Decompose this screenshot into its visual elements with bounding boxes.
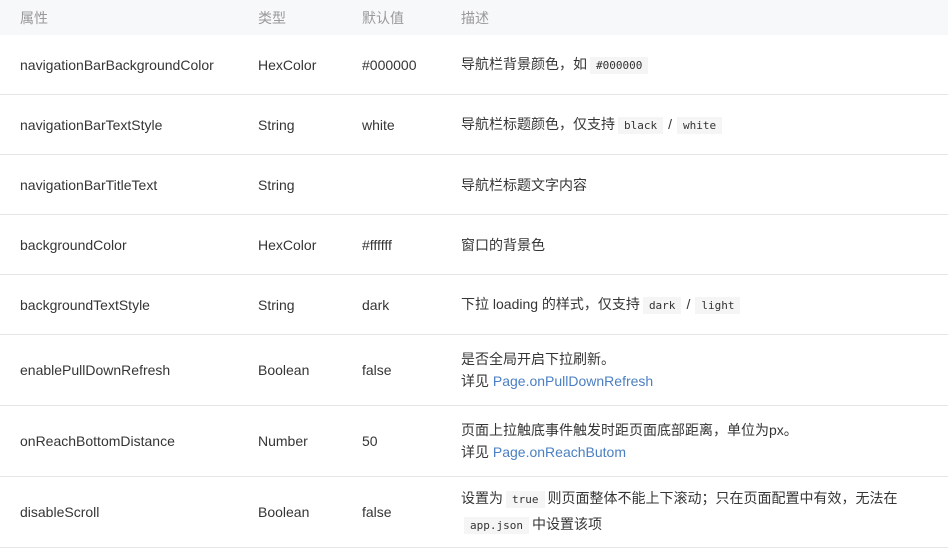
description-line: 是否全局开启下拉刷新。 [461, 348, 948, 370]
description-text: 是否全局开启下拉刷新。 [461, 351, 615, 367]
property-type: String [258, 94, 362, 155]
description-text: 窗口的背景色 [461, 236, 545, 253]
header-property: 属性 [0, 0, 258, 35]
table-row: backgroundTextStyle String dark 下拉 loading … [0, 274, 948, 335]
inline-code: #000000 [590, 56, 649, 74]
description-text: 下拉 loading 的样式，仅支持 [461, 295, 640, 312]
property-name: backgroundColor [0, 214, 258, 275]
property-description: 下拉 loading 的样式，仅支持 dark / light [461, 274, 948, 335]
property-type: Boolean [258, 476, 362, 548]
inline-code: dark [642, 296, 682, 314]
description-line: 下拉 loading 的样式，仅支持 dark / light [461, 292, 948, 318]
description-text: 设置为 [461, 490, 503, 506]
inline-code: white [677, 116, 723, 134]
description-text: 中设置该项 [531, 516, 602, 532]
doc-link[interactable]: Page.onReachButom [493, 444, 626, 460]
config-properties-table: 属性 类型 默认值 描述 navigationBarBackgroundColo… [0, 0, 948, 548]
description-line: 导航栏背景颜色，如 #000000 [461, 52, 948, 78]
property-type: HexColor [258, 35, 362, 95]
property-name: disableScroll [0, 476, 258, 548]
description-line: 设置为 true 则页面整体不能上下滚动；只在页面配置中有效，无法在 [461, 486, 948, 512]
table-row: navigationBarTextStyle String white 导航栏标题颜色… [0, 94, 948, 155]
property-description: 导航栏标题文字内容 [461, 154, 948, 215]
description-line: 页面上拉触底事件触发时距页面底部距离，单位为px。 [461, 419, 948, 441]
description-text: / [686, 295, 691, 312]
property-default [362, 154, 461, 215]
inline-code: app.json [464, 517, 529, 534]
description-line: app.json 中设置该项 [461, 512, 948, 538]
description-line: 详见 Page.onReachButom [461, 441, 948, 463]
property-name: backgroundTextStyle [0, 274, 258, 335]
inline-code: light [695, 296, 741, 314]
property-default: dark [362, 274, 461, 335]
property-default: white [362, 94, 461, 155]
property-type: String [258, 154, 362, 215]
description-line: 导航栏标题文字内容 [461, 174, 948, 196]
property-name: navigationBarBackgroundColor [0, 35, 258, 95]
property-type: Number [258, 405, 362, 477]
inline-code: true [506, 491, 545, 508]
table-row: enablePullDownRefresh Boolean false 是否全局开启下… [0, 334, 948, 406]
doc-link[interactable]: Page.onPullDownRefresh [493, 373, 653, 389]
description-text: / [668, 115, 673, 132]
property-default: #ffffff [362, 214, 461, 275]
property-name: navigationBarTextStyle [0, 94, 258, 155]
header-type: 类型 [258, 0, 362, 35]
description-text: 导航栏标题文字内容 [461, 176, 587, 193]
header-description: 描述 [461, 0, 948, 35]
table-header-row: 属性 类型 默认值 描述 [0, 0, 948, 35]
property-name: navigationBarTitleText [0, 154, 258, 215]
description-text: 详见 [461, 444, 493, 460]
description-line: 窗口的背景色 [461, 234, 948, 256]
description-text: 导航栏标题颜色，仅支持 [461, 115, 615, 132]
property-type: Boolean [258, 334, 362, 406]
description-text: 则页面整体不能上下滚动；只在页面配置中有效，无法在 [547, 490, 898, 506]
table-row: onReachBottomDistance Number 50 页面上拉触底事件触发时… [0, 405, 948, 477]
description-text: 导航栏背景颜色，如 [461, 55, 587, 72]
property-default: false [362, 334, 461, 406]
table-row: navigationBarTitleText String 导航栏标题文字内容 [0, 154, 948, 215]
property-description: 窗口的背景色 [461, 214, 948, 275]
description-text: 页面上拉触底事件触发时距页面底部距离，单位为px。 [461, 422, 798, 438]
property-description: 页面上拉触底事件触发时距页面底部距离，单位为px。 详见 Page.onReach… [461, 405, 948, 477]
description-line: 导航栏标题颜色，仅支持 black / white [461, 112, 948, 138]
property-default: #000000 [362, 35, 461, 95]
property-type: String [258, 274, 362, 335]
property-name: onReachBottomDistance [0, 405, 258, 477]
table-row: navigationBarBackgroundColor HexColor #000… [0, 35, 948, 95]
property-default: false [362, 476, 461, 548]
table-row: disableScroll Boolean false 设置为 true 则页面整体不能上… [0, 476, 948, 548]
description-line: 详见 Page.onPullDownRefresh [461, 370, 948, 392]
property-type: HexColor [258, 214, 362, 275]
property-description: 设置为 true 则页面整体不能上下滚动；只在页面配置中有效，无法在 app.json… [461, 476, 948, 548]
property-default: 50 [362, 405, 461, 477]
property-name: enablePullDownRefresh [0, 334, 258, 406]
property-description: 是否全局开启下拉刷新。 详见 Page.onPullDownRefresh [461, 334, 948, 406]
description-text: 详见 [461, 373, 493, 389]
property-description: 导航栏背景颜色，如 #000000 [461, 35, 948, 95]
header-default: 默认值 [362, 0, 461, 35]
table-row: backgroundColor HexColor #ffffff 窗口的背景色 [0, 214, 948, 275]
inline-code: black [618, 116, 664, 134]
property-description: 导航栏标题颜色，仅支持 black / white [461, 94, 948, 155]
